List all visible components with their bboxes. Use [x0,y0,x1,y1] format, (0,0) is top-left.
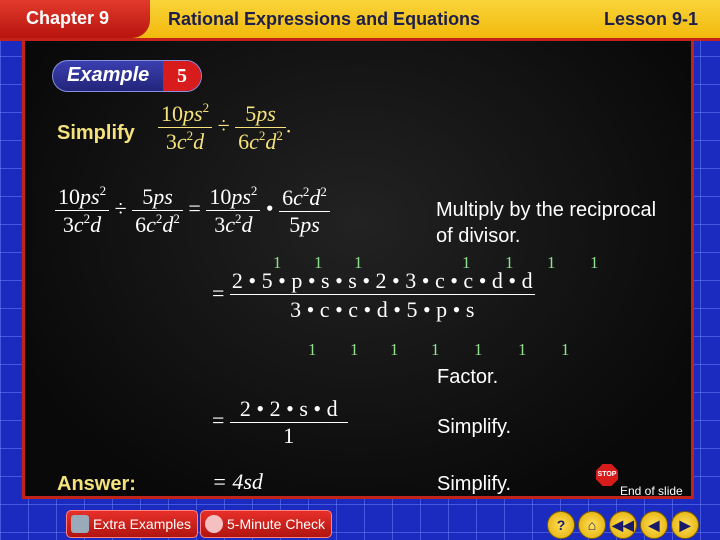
first-slide-button[interactable]: ◀◀ [609,511,637,539]
example-number: 5 [163,61,201,91]
extra-examples-button[interactable]: Extra Examples [66,510,199,538]
step1-expression: 10ps2 3c2d ÷ 5ps 6c2d2 = 10ps2 3c2d • 6c2d2… [55,183,330,238]
step4-note: Simplify. [437,473,512,495]
extra-examples-label: Extra Examples [93,516,192,532]
problem-expression: 10ps2 3c2d ÷ 5ps 6c2d2. [158,100,291,155]
five-minute-check-button[interactable]: 5-Minute Check [200,510,333,538]
chapter-label: Chapter 9 [26,8,110,28]
computer-icon [71,515,89,533]
next-icon: ▶ [679,517,691,533]
help-icon: ? [556,517,566,533]
header-bar: Chapter 9 Rational Expressions and Equat… [0,0,720,41]
chapter-tab: Chapter 9 [0,0,150,38]
example-label: Example [67,64,150,86]
step3-note: Simplify. [437,416,512,438]
lesson-label: Lesson 9-1 [603,9,698,29]
step3-expression: = 2 • 2 • s • d1 [212,396,348,449]
help-button[interactable]: ? [547,511,575,539]
answer-label: Answer: [57,473,136,495]
clock-icon [205,515,223,533]
home-button[interactable]: ⌂ [578,511,606,539]
previous-button[interactable]: ◀ [640,511,668,539]
next-button[interactable]: ▶ [671,511,699,539]
problem-prompt: Simplify [57,122,135,144]
step1-note: Multiply by the reciprocal of divisor. [436,199,657,247]
example-badge: Example 5 [52,60,202,92]
step2-note: Factor. [437,366,499,388]
home-icon: ⌂ [587,517,597,533]
five-minute-check-label: 5-Minute Check [227,516,326,532]
first-slide-icon: ◀◀ [612,517,634,533]
previous-icon: ◀ [648,517,660,533]
chapter-title: Rational Expressions and Equations [168,9,481,29]
step2-expression: = 2 • 5 • p • s • s • 2 • 3 • c • c • d … [212,268,535,322]
end-of-slide-label: End of slide [620,484,683,498]
answer-value: = 4sd [212,469,263,494]
